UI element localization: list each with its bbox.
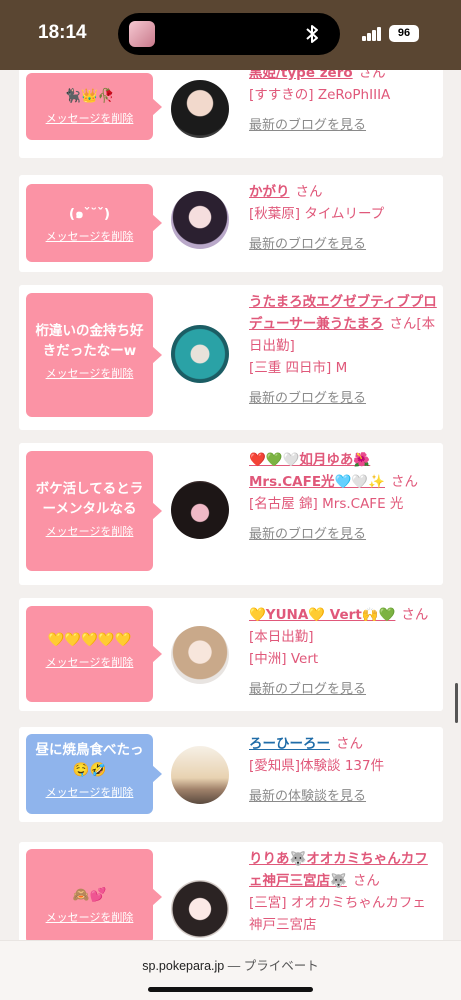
list-item: ボケ活してるとラーメンタルなる メッセージを削除 ❤️💚🤍如月ゆあ🌺Mrs.CA… xyxy=(19,443,443,585)
shop-label: [愛知県]体験談 137件 xyxy=(249,758,385,774)
clock: 18:14 xyxy=(38,22,87,43)
avatar[interactable] xyxy=(171,626,229,684)
list-item: 桁違いの金持ち好きだったなーw メッセージを削除 うたまろ改エグゼブティブプロデ… xyxy=(19,285,443,430)
cast-name-link[interactable]: ❤️💚🤍如月ゆあ🌺Mrs.CAFE光🩵🤍✨ xyxy=(249,452,385,490)
shop-label: [三宮] オオカミちゃんカフェ神戸三宮店 xyxy=(249,895,426,933)
avatar[interactable] xyxy=(171,191,229,249)
message-text: 💛💛💛💛💛 xyxy=(47,632,132,648)
dynamic-island[interactable] xyxy=(118,13,340,55)
cast-name-link[interactable]: かがり xyxy=(249,184,290,200)
list-item: 昼に焼鳥食べたっ🤤🤣 メッセージを削除 ろーひーろー さん [愛知県]体験談 13… xyxy=(19,727,443,822)
honorific: さん xyxy=(352,873,380,889)
avatar[interactable] xyxy=(171,325,229,383)
latest-blog-link[interactable]: 最新のブログを見る xyxy=(249,388,366,410)
now-playing-thumbnail xyxy=(129,21,155,47)
honorific: さん xyxy=(336,736,363,752)
delete-message-link[interactable]: メッセージを削除 xyxy=(26,110,153,126)
message-list[interactable]: 🐈‍⬛👑🥀 メッセージを削除 黒姫/type zero さん [すすきの] ZeR… xyxy=(0,70,461,940)
avatar[interactable] xyxy=(171,481,229,539)
separator: — xyxy=(227,959,241,973)
delete-message-link[interactable]: メッセージを削除 xyxy=(26,365,153,381)
shop-label: [中洲] Vert xyxy=(249,651,319,667)
scroll-indicator[interactable] xyxy=(455,683,458,723)
message-bubble: (๑ˇ˘ˇ) メッセージを削除 xyxy=(26,184,162,262)
list-item: 🙈💕 メッセージを削除 りりあ🐺オオカミちゃんカフェ神戸三宮店🐺 さん [三宮] … xyxy=(19,842,443,940)
message-bubble: 💛💛💛💛💛 メッセージを削除 xyxy=(26,606,162,702)
home-indicator[interactable] xyxy=(148,987,313,992)
latest-blog-link[interactable]: 最新のブログを見る xyxy=(249,524,366,546)
bluetooth-icon xyxy=(302,23,322,45)
honorific: さん xyxy=(401,607,429,623)
honorific: さん xyxy=(390,474,418,490)
shop-label: [秋葉原] タイムリープ xyxy=(249,206,385,222)
domain-text: sp.pokepara.jp xyxy=(142,959,225,973)
message-text: 🙈💕 xyxy=(72,887,107,903)
avatar[interactable] xyxy=(171,746,229,804)
latest-blog-link[interactable]: 最新のブログを見る xyxy=(249,234,366,256)
url-label[interactable]: sp.pokepara.jp — プライベート xyxy=(0,955,461,974)
shop-label: [名古屋 錦] Mrs.CAFE 光 xyxy=(249,496,404,512)
shop-label: [三重 四日市] M xyxy=(249,360,348,376)
message-bubble: ボケ活してるとラーメンタルなる メッセージを削除 xyxy=(26,451,162,571)
cast-name-link[interactable]: 💛YUNA💛 Vert🙌💚 xyxy=(249,607,395,623)
list-item: 💛💛💛💛💛 メッセージを削除 💛YUNA💛 Vert🙌💚 さん [本日出勤] [中洲… xyxy=(19,598,443,711)
latest-blog-link[interactable]: 最新のブログを見る xyxy=(249,115,366,137)
private-mode-label: プライベート xyxy=(243,959,319,973)
message-text: 桁違いの金持ち好きだったなーw xyxy=(35,323,144,359)
cast-name-link[interactable]: 黒姫/type zero xyxy=(249,70,353,81)
message-text: ボケ活してるとラーメンタルなる xyxy=(35,481,144,517)
delete-message-link[interactable]: メッセージを削除 xyxy=(26,909,153,925)
reviewer-name-link[interactable]: ろーひーろー xyxy=(249,736,330,752)
avatar[interactable] xyxy=(171,80,229,138)
cellular-signal-icon xyxy=(362,27,382,41)
latest-review-link[interactable]: 最新の体験談を見る xyxy=(249,786,366,808)
battery-icon: 96 xyxy=(389,25,419,42)
message-text: 昼に焼鳥食べたっ🤤🤣 xyxy=(35,742,144,778)
honorific: さん xyxy=(389,316,417,332)
honorific: さん xyxy=(358,70,386,81)
browser-address-bar[interactable]: sp.pokepara.jp — プライベート xyxy=(0,940,461,1000)
message-bubble: 🐈‍⬛👑🥀 メッセージを削除 xyxy=(26,73,162,140)
latest-blog-link[interactable]: 最新のブログを見る xyxy=(249,679,366,701)
honorific: さん xyxy=(295,184,323,200)
delete-message-link[interactable]: メッセージを削除 xyxy=(26,523,153,539)
avatar[interactable] xyxy=(171,880,229,938)
cast-name-link[interactable]: りりあ🐺オオカミちゃんカフェ神戸三宮店🐺 xyxy=(249,851,428,889)
message-bubble: 昼に焼鳥食べたっ🤤🤣 メッセージを削除 xyxy=(26,734,162,814)
list-item: 🐈‍⬛👑🥀 メッセージを削除 黒姫/type zero さん [すすきの] ZeR… xyxy=(19,70,443,158)
list-item: (๑ˇ˘ˇ) メッセージを削除 かがり さん [秋葉原] タイムリープ 最新のブロ… xyxy=(19,175,443,272)
status-bar: 18:14 96 xyxy=(0,0,461,70)
delete-message-link[interactable]: メッセージを削除 xyxy=(26,654,153,670)
shop-label: [すすきの] ZeRoPhIIIA xyxy=(249,87,391,103)
message-text: (๑ˇ˘ˇ) xyxy=(68,206,111,222)
message-text: 🐈‍⬛👑🥀 xyxy=(64,88,115,104)
attendance-badge: [本日出勤] xyxy=(249,629,314,645)
message-bubble: 桁違いの金持ち好きだったなーw メッセージを削除 xyxy=(26,293,162,417)
delete-message-link[interactable]: メッセージを削除 xyxy=(26,784,153,800)
delete-message-link[interactable]: メッセージを削除 xyxy=(26,228,153,244)
message-bubble: 🙈💕 メッセージを削除 xyxy=(26,849,162,940)
